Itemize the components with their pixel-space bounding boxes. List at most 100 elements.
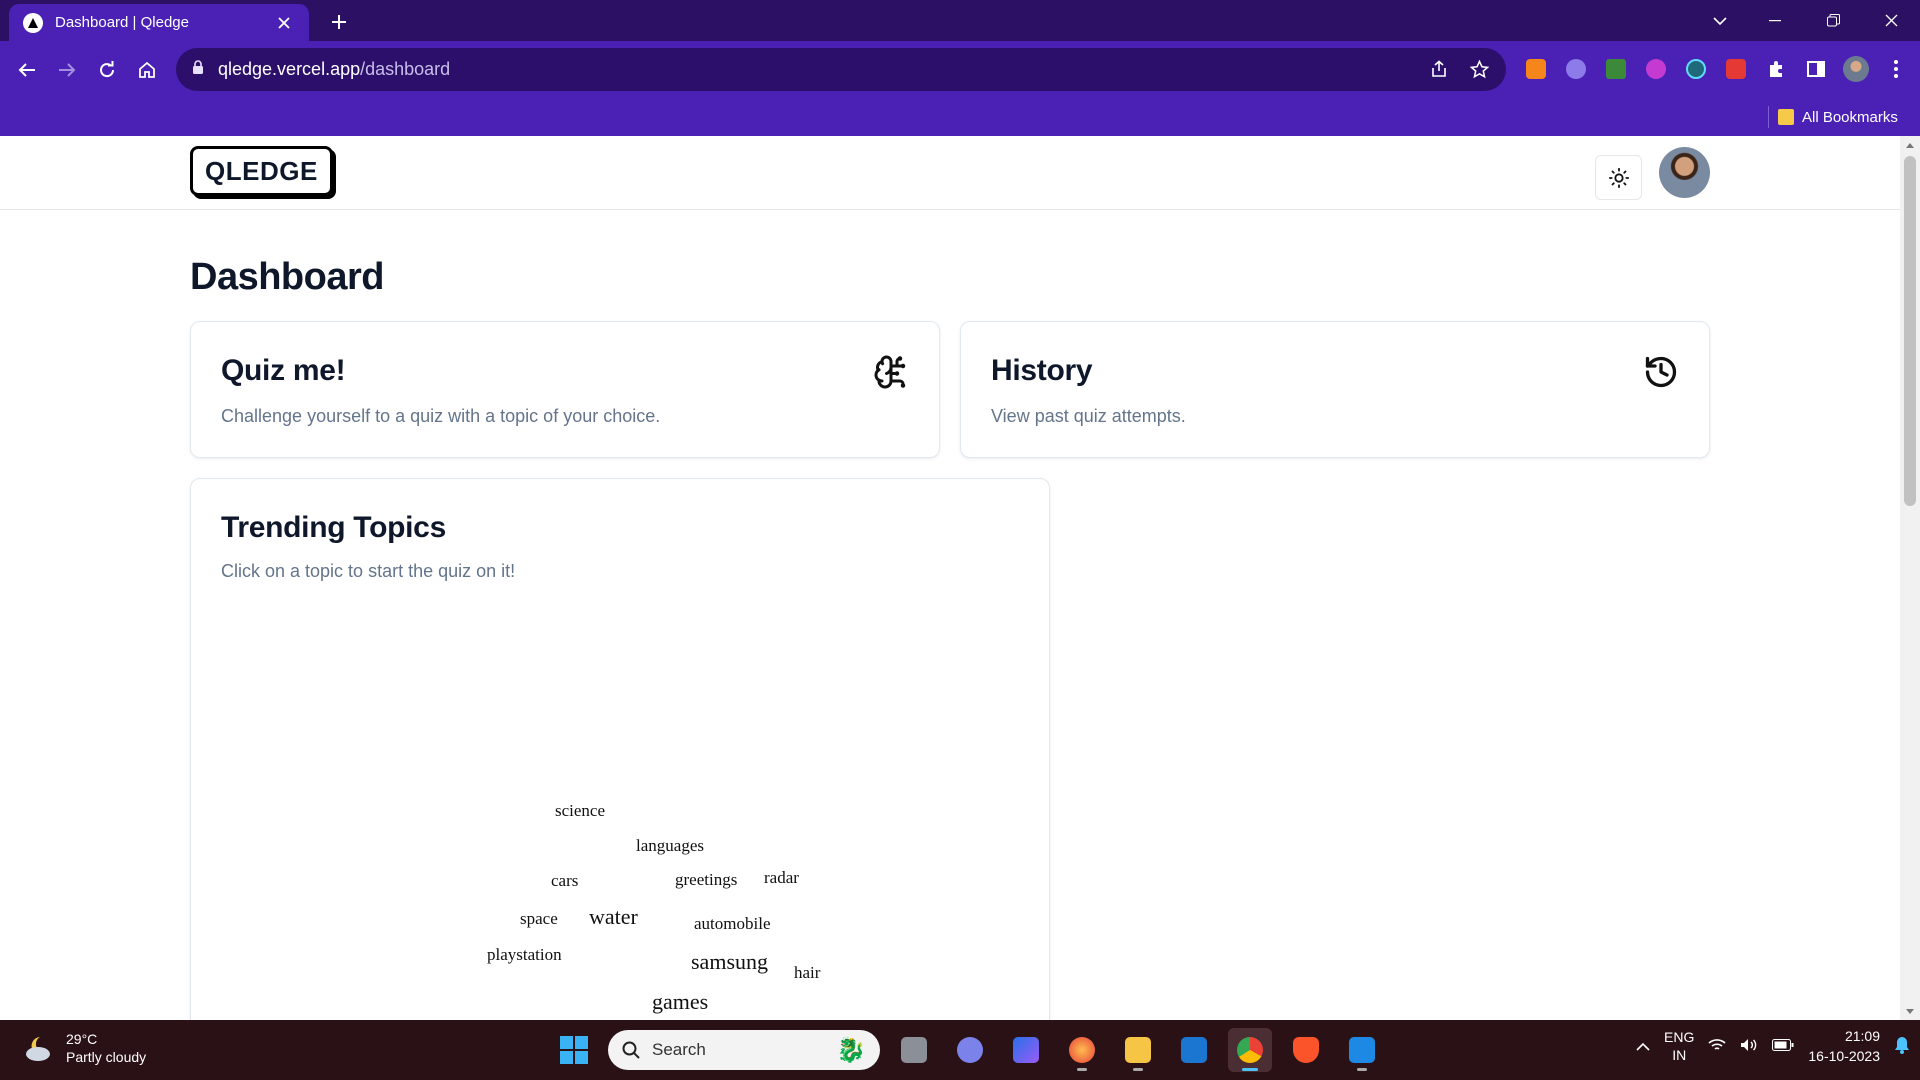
topic-word[interactable]: automobile [694,914,770,934]
task-view-icon[interactable] [892,1028,936,1072]
scroll-up-arrow-icon[interactable] [1900,136,1920,154]
brave-icon[interactable] [1284,1028,1328,1072]
topic-word[interactable]: radar [764,868,799,888]
topic-word[interactable]: water [589,904,638,930]
tab-close-icon[interactable] [273,12,295,34]
url-text: qledge.vercel.app/dashboard [218,59,451,79]
minimize-icon[interactable] [1746,0,1804,41]
browser-menu-icon[interactable] [1880,53,1912,85]
language-code: ENG [1664,1029,1695,1045]
page-viewport: QLEDGE Dashboard Quiz me! Challenge your… [0,136,1920,1020]
extensions-puzzle-icon[interactable] [1760,53,1792,85]
forward-arrow-icon[interactable] [51,54,83,86]
clock-date: 16-10-2023 [1808,1048,1880,1064]
region-code: IN [1672,1047,1687,1063]
language-indicator[interactable]: ENG IN [1664,1028,1694,1064]
history-icon [1645,356,1677,388]
topic-word[interactable]: cars [551,871,578,891]
windows-taskbar: 29°C Partly cloudy Search 🐉 ENG IN 21:09… [0,1020,1920,1080]
firefox-icon[interactable] [1060,1028,1104,1072]
weather-condition: Partly cloudy [66,1049,147,1065]
extension-headphones-icon[interactable] [1640,53,1672,85]
address-bar[interactable]: qledge.vercel.app/dashboard [176,48,1506,91]
tab-strip: Dashboard | Qledge [0,0,1920,41]
battery-icon[interactable] [1772,1038,1794,1054]
back-arrow-icon[interactable] [11,54,43,86]
topic-word[interactable]: playstation [487,945,562,965]
clock-time: 21:09 [1844,1028,1880,1044]
topic-word[interactable]: space [520,909,558,929]
system-tray: ENG IN 21:09 16-10-2023 [1636,1026,1910,1066]
page-scrollbar[interactable] [1900,136,1920,1020]
bing-copilot-icon[interactable] [1004,1028,1048,1072]
history-card-title: History [991,354,1093,387]
scroll-thumb[interactable] [1904,156,1916,506]
topic-word[interactable]: games [652,989,708,1015]
extensions-row [1520,53,1912,85]
topic-word[interactable]: samsung [691,949,768,975]
tab-search-chevron-icon[interactable] [1705,6,1735,36]
topic-word[interactable]: greetings [675,870,737,890]
clock[interactable]: 21:09 16-10-2023 [1808,1026,1880,1066]
extension-cloud-icon[interactable] [1560,53,1592,85]
react-devtools-icon[interactable] [1680,53,1712,85]
search-icon [622,1041,640,1059]
file-explorer-icon[interactable] [1116,1028,1160,1072]
metamask-extension-icon[interactable] [1520,53,1552,85]
trending-topics-card: Trending Topics Click on a topic to star… [190,478,1050,1020]
partly-cloudy-icon [22,1031,56,1065]
tab-title: Dashboard | Qledge [55,14,189,31]
window-controls [1746,0,1920,41]
user-avatar[interactable] [1659,147,1710,198]
restore-icon[interactable] [1804,0,1862,41]
site-navbar: QLEDGE [0,136,1900,210]
all-bookmarks-label: All Bookmarks [1802,108,1898,126]
wifi-icon[interactable] [1708,1038,1726,1055]
folder-icon [1778,109,1794,125]
weather-widget[interactable]: 29°C Partly cloudy [22,1030,146,1066]
extension-tree-icon[interactable] [1600,53,1632,85]
profile-avatar-icon[interactable] [1840,53,1872,85]
topic-word[interactable]: languages [636,836,704,856]
teams-chat-icon[interactable] [948,1028,992,1072]
theme-toggle-button[interactable] [1595,155,1642,200]
close-window-icon[interactable] [1862,0,1920,41]
browser-tab[interactable]: Dashboard | Qledge [9,4,309,41]
mail-icon[interactable] [1172,1028,1216,1072]
brain-circuit-icon [874,355,906,389]
vercel-favicon-icon [23,12,43,33]
quiz-card-description: Challenge yourself to a quiz with a topi… [221,406,661,426]
taskbar-search[interactable]: Search 🐉 [608,1030,880,1070]
bookmark-star-icon[interactable] [1464,54,1494,84]
history-card[interactable]: History View past quiz attempts. [960,321,1710,458]
volume-icon[interactable] [1740,1038,1758,1055]
vscode-icon[interactable] [1340,1028,1384,1072]
scroll-down-arrow-icon[interactable] [1900,1002,1920,1020]
reload-icon[interactable] [91,54,123,86]
windows-start-icon[interactable] [552,1028,596,1072]
all-bookmarks-button[interactable]: All Bookmarks [1778,106,1898,128]
chrome-icon[interactable] [1228,1028,1272,1072]
taskbar-apps: Search 🐉 [552,1028,1384,1072]
chevron-up-icon[interactable] [1636,1038,1650,1054]
lock-icon[interactable] [192,59,204,80]
site-logo[interactable]: QLEDGE [190,146,333,196]
new-tab-icon[interactable] [325,8,353,36]
notification-bell-icon[interactable] [1894,1036,1910,1057]
extension-lock-icon[interactable] [1720,53,1752,85]
bookmarks-separator [1768,106,1769,128]
side-panel-icon[interactable] [1800,53,1832,85]
word-cloud: science languages cars greetings radar s… [191,479,1051,1020]
search-label: Search [652,1040,706,1059]
temperature: 29°C [66,1031,98,1047]
share-icon[interactable] [1424,54,1454,84]
topic-word[interactable]: science [555,801,605,821]
bookmarks-bar: All Bookmarks [0,98,1920,136]
quiz-card-title: Quiz me! [221,354,346,387]
sun-icon [1608,167,1629,188]
home-icon[interactable] [131,54,163,86]
page-title: Dashboard [190,256,384,298]
topic-word[interactable]: hair [794,963,820,983]
quiz-me-card[interactable]: Quiz me! Challenge yourself to a quiz wi… [190,321,940,458]
dragon-search-highlight-icon: 🐉 [836,1036,866,1064]
